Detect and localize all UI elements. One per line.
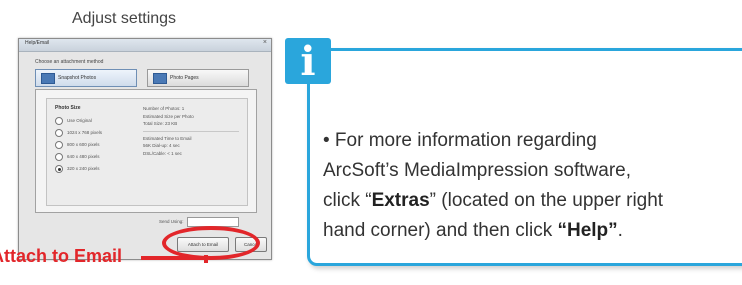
divider [143, 130, 239, 132]
section-caption: Adjust settings [72, 10, 177, 27]
highlight-ellipse [162, 226, 260, 260]
callout-text: Attach to Email [0, 246, 123, 266]
tab-label: Snapshot Photos [58, 75, 97, 81]
estimate-info: Number of Photos: 1 Estimated Size per P… [143, 105, 239, 157]
info-line: 56K Dial-up: 4 sec [143, 143, 180, 148]
radio-icon[interactable] [55, 117, 63, 125]
photo-size-heading: Photo Size [55, 105, 81, 111]
tab-snapshot-photos[interactable]: Snapshot Photos [35, 69, 137, 87]
info-text: • For more information regarding ArcSoft… [323, 126, 742, 246]
info-line-1: • For more information regarding [323, 130, 597, 151]
photo-icon [41, 73, 55, 84]
email-dialog-screenshot: Help/Email × Choose an attachment method… [18, 38, 272, 260]
text-run: hand corner) and then click [323, 220, 558, 241]
size-option[interactable]: 800 x 600 pixels [55, 141, 100, 149]
size-option[interactable]: 320 x 240 pixels [55, 165, 100, 173]
text-run: ” (located on the upper right [429, 190, 664, 211]
info-line: Total Size: 23 KB [143, 121, 178, 126]
options-inner: Photo Size Use Original 1024 x 768 pixel… [46, 98, 248, 206]
size-option-label: Use Original [67, 118, 92, 124]
attachment-tabs: Snapshot Photos Photo Pages [35, 69, 255, 87]
size-option-label: 320 x 240 pixels [67, 166, 100, 172]
text-run: . [617, 220, 623, 241]
attach-callout-label: Attach to Email [0, 246, 140, 267]
tab-label: Photo Pages [170, 75, 199, 81]
radio-icon[interactable] [55, 129, 63, 137]
send-using-label: Send Using: [159, 219, 184, 224]
info-line-2: ArcSoft’s MediaImpression software, [323, 160, 631, 181]
extras-term: Extras [371, 190, 430, 211]
callout-line-vertical [204, 255, 208, 263]
info-line: Estimated Time to Email [143, 135, 192, 141]
info-icon: i [285, 38, 331, 85]
size-option[interactable]: 640 x 480 pixels [55, 153, 100, 161]
help-term: “Help” [557, 220, 618, 241]
close-icon[interactable]: × [263, 39, 267, 46]
size-option-label: 1024 x 768 pixels [67, 130, 103, 136]
photo-pages-icon [153, 73, 167, 84]
dialog-title: Help/Email [25, 40, 50, 46]
text-run: click “ [323, 190, 372, 211]
dialog-titlebar: Help/Email × [19, 39, 271, 52]
info-line: DSL/Cable: < 1 sec [143, 150, 182, 156]
info-line-3: click “Extras” (located on the upper rig… [323, 186, 742, 216]
tab-photo-pages[interactable]: Photo Pages [147, 69, 249, 87]
radio-icon[interactable] [55, 153, 63, 161]
callout-line [141, 256, 208, 260]
size-option[interactable]: Use Original [55, 117, 92, 125]
attachment-method-heading: Choose an attachment method [35, 59, 104, 65]
size-option[interactable]: 1024 x 768 pixels [55, 129, 102, 137]
options-panel: Photo Size Use Original 1024 x 768 pixel… [35, 89, 257, 213]
info-line-4: hand corner) and then click “Help”. [323, 216, 742, 246]
size-option-label: 800 x 600 pixels [67, 142, 100, 148]
info-line: Number of Photos: 1 [143, 106, 185, 111]
size-option-label: 640 x 480 pixels [67, 154, 100, 160]
info-line: Estimated Size per Photo [143, 113, 194, 119]
radio-icon[interactable] [55, 141, 63, 149]
radio-icon[interactable] [55, 165, 63, 173]
